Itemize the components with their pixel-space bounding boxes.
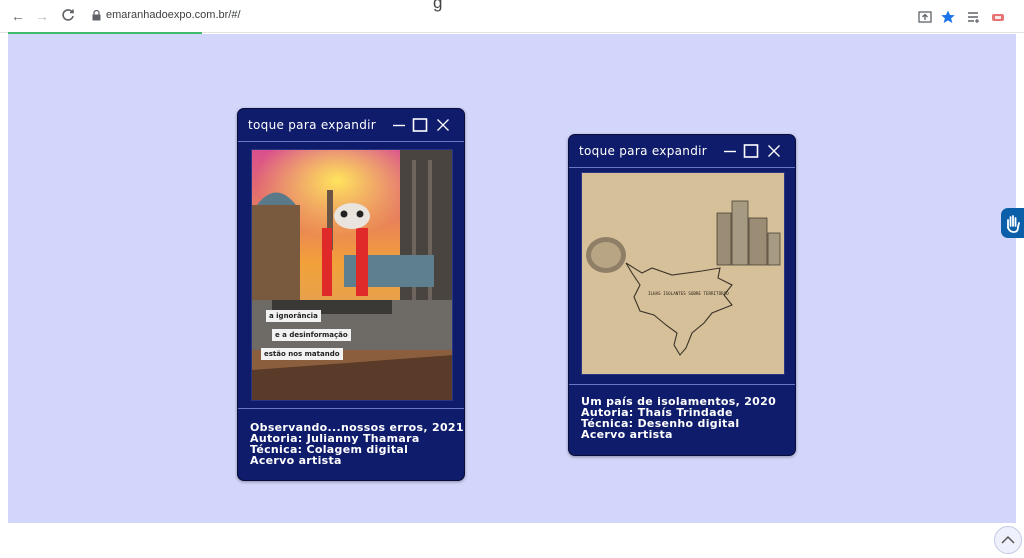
extension-icon[interactable] — [990, 9, 1006, 25]
back-arrow-icon[interactable]: ← — [10, 8, 26, 24]
browser-toolbar: ← → emaranhadoexpo.com.br/#/ g — [0, 0, 1024, 33]
window-controls — [723, 143, 785, 159]
expand-hint[interactable]: toque para expandir — [248, 118, 376, 132]
artwork-window-2[interactable]: toque para expandir ILHAS ISOLANTES SOBR… — [568, 134, 796, 456]
reading-list-icon[interactable] — [966, 9, 982, 25]
artwork-collection: Acervo artista — [581, 428, 673, 441]
window-titlebar[interactable]: toque para expandir — [238, 109, 464, 142]
page-viewport: toque para expandir a ignorância e a des… — [0, 34, 1024, 554]
collage-text-line: e a desinformação — [272, 329, 351, 341]
reload-icon[interactable] — [60, 8, 76, 24]
artwork-collage-image[interactable]: a ignorância e a desinformação estão nos… — [251, 149, 453, 401]
lock-icon[interactable] — [92, 10, 101, 21]
exhibition-stage: toque para expandir a ignorância e a des… — [8, 34, 1022, 554]
close-icon[interactable] — [436, 117, 450, 133]
minimize-icon[interactable] — [723, 143, 737, 159]
scroll-to-top-button[interactable] — [994, 526, 1022, 554]
artwork-window-1[interactable]: toque para expandir a ignorância e a des… — [237, 108, 465, 481]
collage-text-line: a ignorância — [266, 310, 321, 322]
maximize-icon[interactable] — [743, 143, 759, 159]
window-controls — [392, 117, 454, 133]
minimize-icon[interactable] — [392, 117, 406, 133]
share-icon[interactable] — [917, 9, 933, 25]
artwork-drawing-image[interactable]: ILHAS ISOLANTES SOBRE TERRITÓRIO — [581, 172, 785, 375]
hand-icon — [1007, 215, 1020, 233]
drawing-caption: ILHAS ISOLANTES SOBRE TERRITÓRIO — [648, 291, 729, 296]
artwork-collection: Acervo artista — [250, 454, 342, 467]
close-icon[interactable] — [767, 143, 781, 159]
artwork-info: Observando...nossos erros, 2021 Autoria:… — [238, 408, 464, 481]
map-drawing-illustration: ILHAS ISOLANTES SOBRE TERRITÓRIO — [582, 173, 784, 374]
maximize-icon[interactable] — [412, 117, 428, 133]
artwork-info: Um país de isolamentos, 2020 Autoria: Th… — [569, 384, 795, 456]
address-bar-url[interactable]: emaranhadoexpo.com.br/#/ — [106, 9, 241, 21]
forward-arrow-icon[interactable]: → — [34, 8, 50, 24]
accessibility-button[interactable] — [1001, 208, 1024, 238]
collage-illustration — [252, 150, 452, 400]
expand-hint[interactable]: toque para expandir — [579, 144, 707, 158]
bookmark-star-icon[interactable] — [940, 9, 956, 25]
collage-text-line: estão nos matando — [261, 348, 343, 360]
chevron-up-icon — [1001, 535, 1015, 544]
page-title-fragment: g — [433, 0, 443, 12]
window-titlebar[interactable]: toque para expandir — [569, 135, 795, 168]
